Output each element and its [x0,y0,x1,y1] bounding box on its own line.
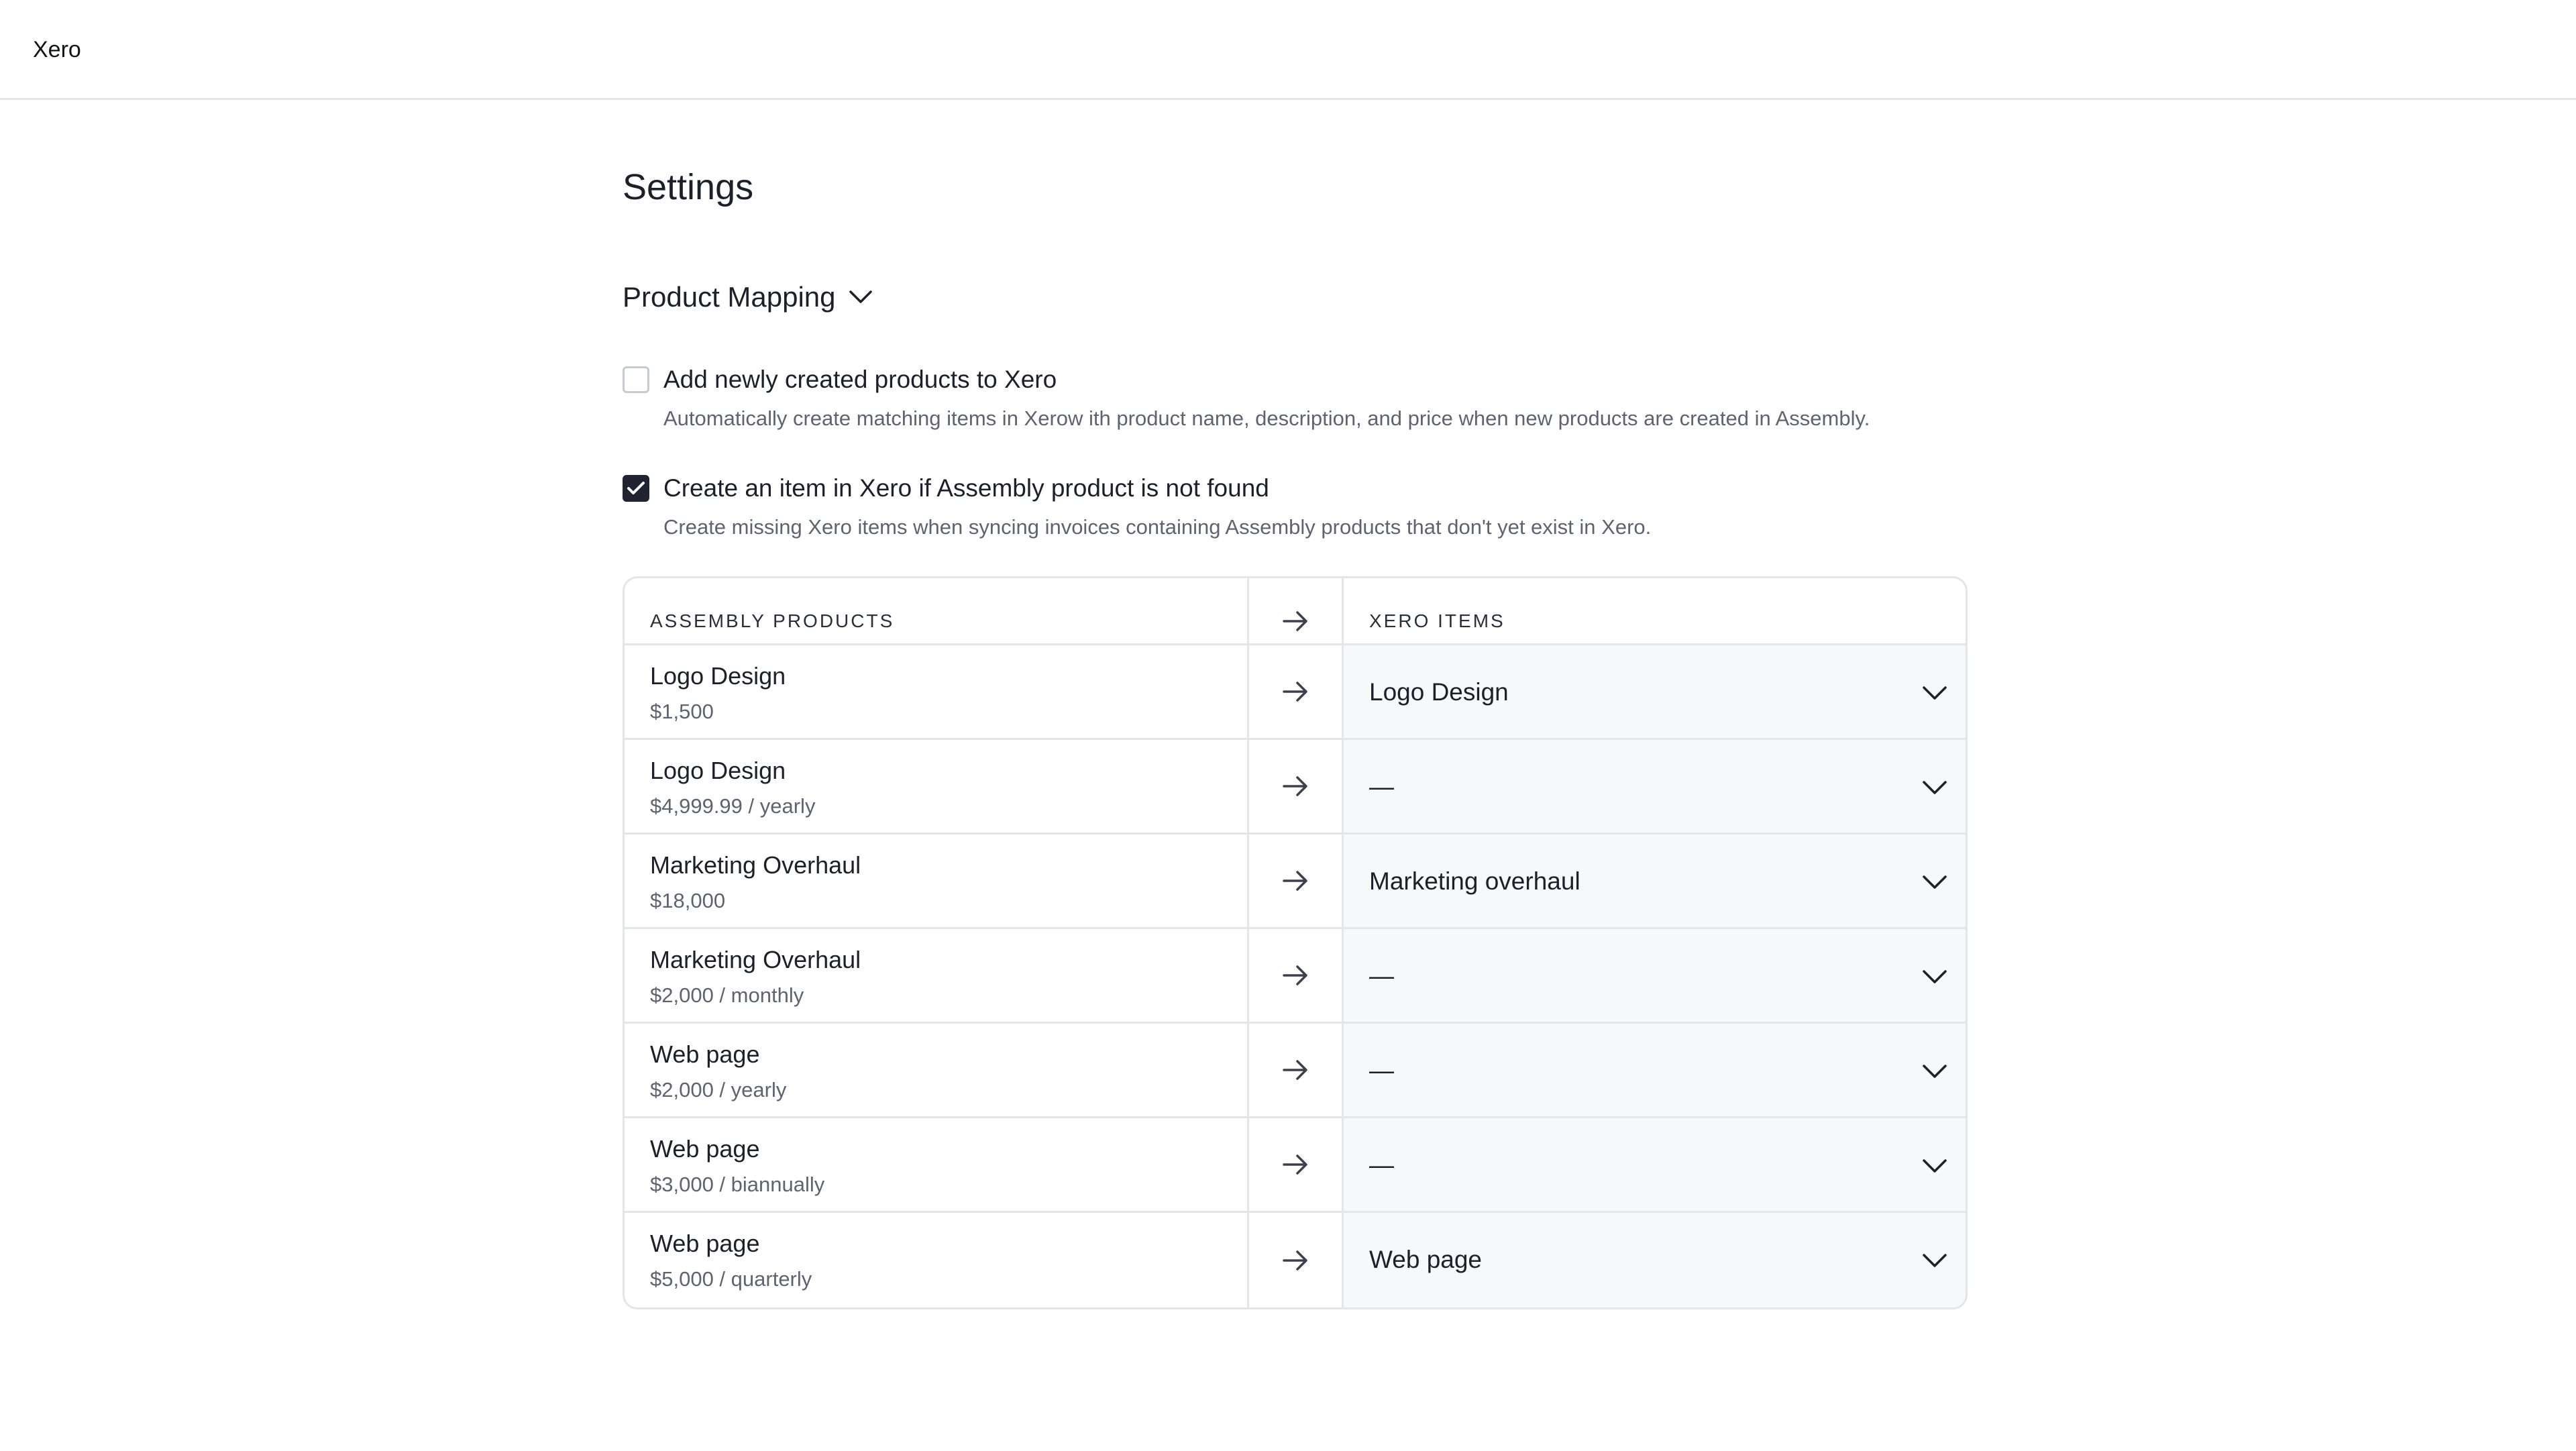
chevron-down-icon [848,284,873,310]
xero-item-value: Marketing overhaul [1369,867,1580,895]
assembly-product-cell: Marketing Overhaul $2,000 / monthly [625,929,1247,1022]
check-icon [627,482,645,494]
arrow-right-icon [1249,835,1342,927]
chevron-down-icon [1921,679,1949,707]
xero-item-value: — [1369,773,1394,800]
product-price: $5,000 / quarterly [650,1267,812,1291]
product-name: Logo Design [650,757,786,784]
product-name: Logo Design [650,662,786,690]
assembly-product-cell: Marketing Overhaul $18,000 [625,835,1247,927]
top-bar: Xero [0,0,2576,100]
table-row: Web page $5,000 / quarterly Web page [625,1213,1966,1307]
column-divider [1247,578,1249,1307]
add-new-products-checkbox[interactable] [623,366,649,393]
table-row: Logo Design $4,999.99 / yearly — [625,740,1966,835]
product-price: $1,500 [650,700,714,723]
xero-item-select[interactable]: Marketing overhaul [1344,835,1966,927]
xero-item-value: — [1369,962,1394,989]
assembly-products-header: ASSEMBLY PRODUCTS [650,610,895,631]
xero-item-value: — [1369,1151,1394,1179]
chevron-down-icon [1921,868,1949,896]
section-title: Product Mapping [623,281,836,313]
assembly-product-cell: Logo Design $4,999.99 / yearly [625,740,1247,832]
assembly-product-cell: Web page $5,000 / quarterly [625,1213,1247,1307]
product-name: Web page [650,1135,760,1163]
chevron-down-icon [1921,1152,1949,1180]
table-row: Logo Design $1,500 Logo Design [625,645,1966,740]
arrow-right-icon [1249,1024,1342,1116]
table-header: ASSEMBLY PRODUCTS XERO ITEMS [625,578,1966,645]
arrow-right-icon [1249,740,1342,832]
xero-item-select[interactable]: — [1344,1118,1966,1211]
xero-item-select[interactable]: — [1344,740,1966,832]
product-price: $18,000 [650,889,726,912]
option-label: Create an item in Xero if Assembly produ… [663,474,1269,502]
xero-item-select[interactable]: — [1344,1024,1966,1116]
create-missing-item-checkbox[interactable] [623,475,649,502]
arrow-right-icon [1249,645,1342,738]
assembly-product-cell: Web page $3,000 / biannually [625,1118,1247,1211]
column-divider [1342,578,1344,1307]
assembly-product-cell: Logo Design $1,500 [625,645,1247,738]
product-price: $4,999.99 / yearly [650,794,816,818]
xero-item-value: Logo Design [1369,678,1509,706]
option-description: Automatically create matching items in X… [663,407,1870,430]
product-price: $2,000 / monthly [650,983,804,1007]
option-create-missing-item: Create an item in Xero if Assembly produ… [623,472,1968,542]
product-price: $2,000 / yearly [650,1078,787,1101]
xero-item-select[interactable]: Web page [1344,1213,1966,1307]
table-row: Web page $2,000 / yearly — [625,1024,1966,1118]
product-name: Marketing Overhaul [650,851,861,879]
arrow-right-icon [1249,929,1342,1022]
xero-item-select[interactable]: Logo Design [1344,645,1966,738]
product-price: $3,000 / biannually [650,1173,825,1196]
arrow-right-icon [1249,1213,1342,1307]
option-label: Add newly created products to Xero [663,366,1057,393]
product-mapping-table: ASSEMBLY PRODUCTS XERO ITEMS Logo Design… [623,576,1968,1309]
table-row: Web page $3,000 / biannually — [625,1118,1966,1213]
xero-items-header: XERO ITEMS [1369,610,1505,631]
table-row: Marketing Overhaul $18,000 Marketing ove… [625,835,1966,929]
option-add-new-products: Add newly created products to Xero Autom… [623,364,1968,433]
chevron-down-icon [1921,1057,1949,1085]
assembly-product-cell: Web page $2,000 / yearly [625,1024,1247,1116]
xero-item-value: — [1369,1057,1394,1084]
arrow-right-icon [1249,1118,1342,1211]
option-description: Create missing Xero items when syncing i… [663,515,1652,539]
product-name: Web page [650,1040,760,1068]
product-name: Marketing Overhaul [650,946,861,973]
arrow-right-icon [1249,597,1342,645]
chevron-down-icon [1921,1246,1949,1275]
chevron-down-icon [1921,773,1949,802]
xero-item-select[interactable]: — [1344,929,1966,1022]
product-name: Web page [650,1230,760,1257]
product-mapping-toggle[interactable]: Product Mapping [623,277,873,317]
app-title: Xero [33,37,81,62]
table-row: Marketing Overhaul $2,000 / monthly — [625,929,1966,1024]
page-title: Settings [623,167,754,207]
xero-item-value: Web page [1369,1246,1482,1273]
chevron-down-icon [1921,963,1949,991]
